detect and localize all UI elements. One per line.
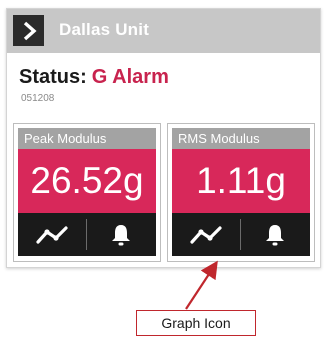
graph-icon-callout: Graph Icon: [136, 310, 256, 336]
callout-arrow: [185, 260, 218, 310]
